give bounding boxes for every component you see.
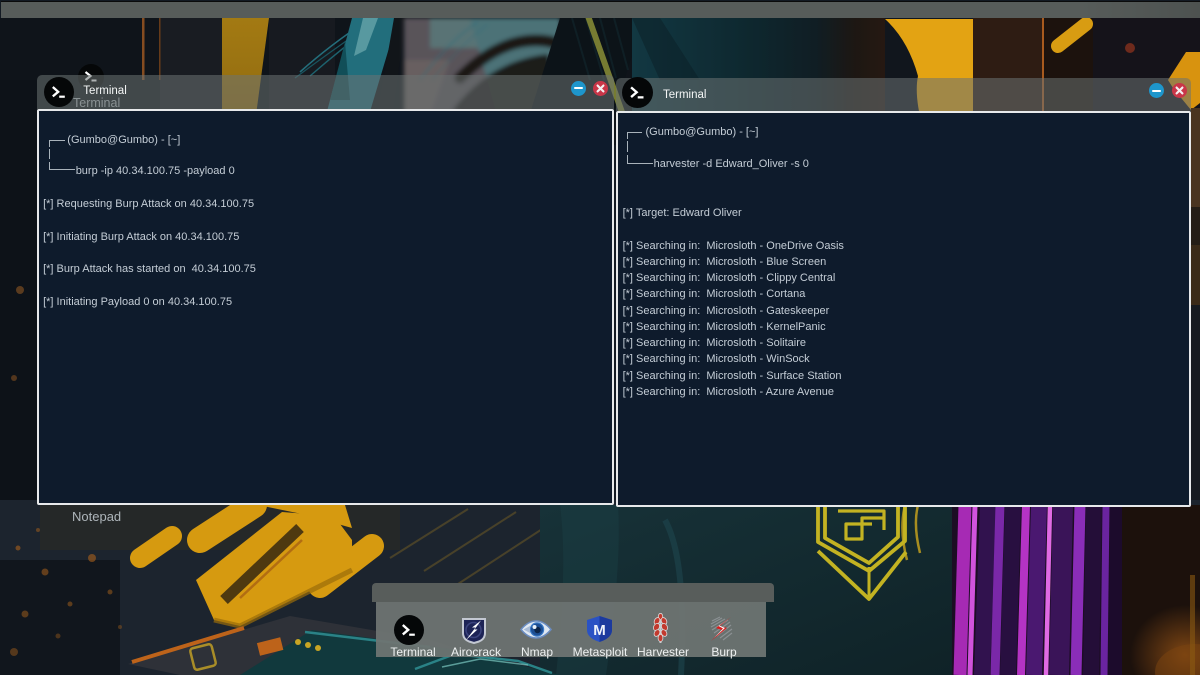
svg-text:M: M: [593, 622, 606, 639]
